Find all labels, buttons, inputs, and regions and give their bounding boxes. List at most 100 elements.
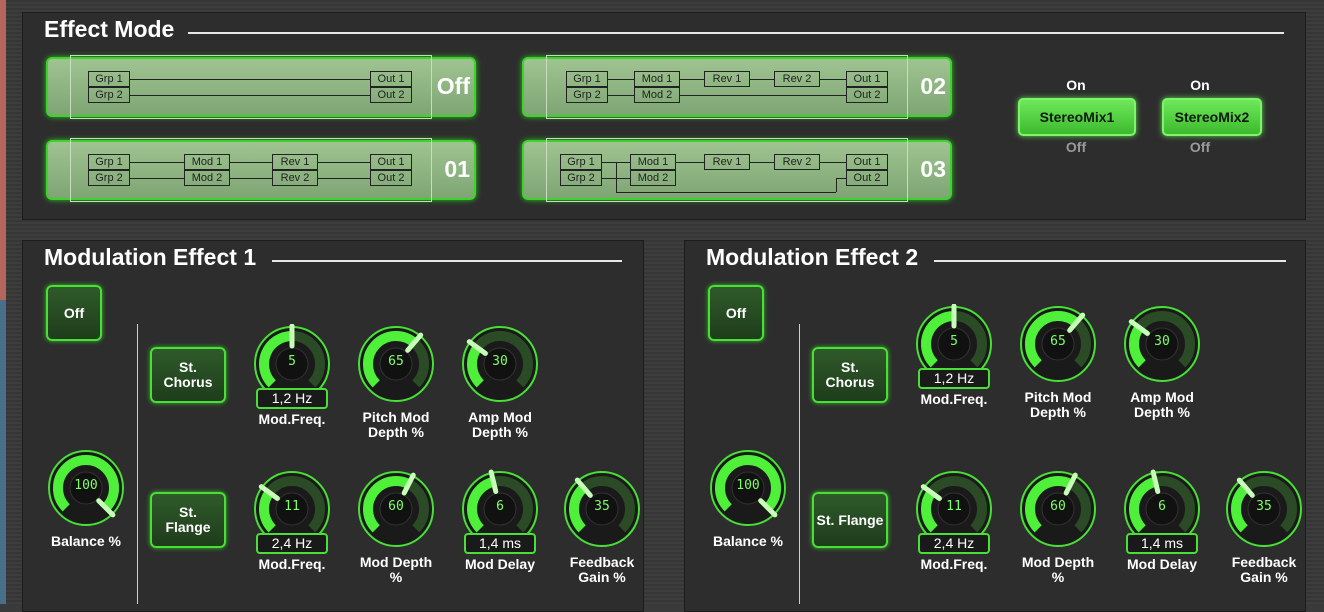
mod2-flange-1-knob[interactable]: 60 xyxy=(1018,469,1098,549)
mod1-balance-label: Balance % xyxy=(50,533,122,549)
mod2-flange-0-readout[interactable]: 2,4 Hz xyxy=(918,533,990,554)
mod2-flange-0-label: Mod.Freq. xyxy=(920,556,988,572)
route-box-mod1: Mod 1 xyxy=(630,154,676,170)
mod2-flange-3-knob[interactable]: 35 xyxy=(1224,469,1304,549)
route-line xyxy=(318,162,370,163)
route-line xyxy=(608,79,634,80)
mod2-balance-label: Balance % xyxy=(712,533,784,549)
route-box-grp2: Grp 2 xyxy=(560,170,602,186)
mod1-flange-2-value: 6 xyxy=(496,499,504,514)
mod1-balance-knob[interactable]: 100 xyxy=(46,448,126,528)
effect-mode-title: Effect Mode xyxy=(44,16,175,42)
route-line xyxy=(130,178,184,179)
route-box-out2: Out 2 xyxy=(846,87,888,103)
route-line xyxy=(750,162,774,163)
mod1-chorus-0-value: 5 xyxy=(288,354,296,369)
mod1-flange-1-value: 60 xyxy=(388,499,404,514)
route-line xyxy=(836,178,837,192)
mod1-flange-0-label: Mod.Freq. xyxy=(258,556,326,572)
route-box-mod2: Mod 2 xyxy=(634,87,680,103)
mod1-flange-0-readout[interactable]: 2,4 Hz xyxy=(256,533,328,554)
route-label: 02 xyxy=(920,73,946,99)
route-02-button[interactable]: Grp 1 Grp 2 Mod 1 Mod 2 Rev 1 Rev 2 Out … xyxy=(522,55,952,119)
mod1-chorus-2-value: 30 xyxy=(492,354,508,369)
stereomix2-button[interactable]: StereoMix2 xyxy=(1162,98,1262,136)
mod2-flange-1-value: 60 xyxy=(1050,499,1066,514)
stereomix1-off-label: Off xyxy=(1065,139,1087,155)
mod2-balance-knob[interactable]: 100 xyxy=(708,448,788,528)
mod2-chorus-2-label: Amp Mod Depth % xyxy=(1130,389,1194,420)
mod2-chorus-1-label: Pitch Mod Depth % xyxy=(1024,389,1092,420)
route-box-grp1: Grp 1 xyxy=(566,71,608,87)
route-box-out2: Out 2 xyxy=(846,170,888,186)
route-line xyxy=(616,192,836,193)
mod2-chorus-1-knob[interactable]: 65 xyxy=(1018,304,1098,384)
route-line xyxy=(616,162,617,192)
mod2-balance-value: 100 xyxy=(736,478,760,493)
mod2-chorus-2-knob[interactable]: 30 xyxy=(1122,304,1202,384)
mod1-balance-value: 100 xyxy=(74,478,98,493)
route-box-mod1: Mod 1 xyxy=(634,71,680,87)
route-box-rev1: Rev 1 xyxy=(272,154,318,170)
route-box-rev1: Rev 1 xyxy=(704,71,750,87)
mod2-chorus-1-value: 65 xyxy=(1050,334,1066,349)
route-line xyxy=(130,162,184,163)
mod2-flange-2-value: 6 xyxy=(1158,499,1166,514)
mod1-chorus-button[interactable]: St. Chorus xyxy=(150,347,226,403)
stereomix2-on-label: On xyxy=(1190,77,1210,93)
mod1-chorus-0-readout[interactable]: 1,2 Hz xyxy=(256,388,328,409)
mod1-off-button[interactable]: Off xyxy=(46,285,102,341)
route-03-button[interactable]: Grp 1 Grp 2 Mod 1 Mod 2 Rev 1 Rev 2 Out … xyxy=(522,138,952,202)
stereomix2-off-label: Off xyxy=(1189,139,1211,155)
mod2-flange-1-label: Mod Depth % xyxy=(1021,554,1095,585)
divider xyxy=(137,324,138,604)
route-line xyxy=(230,178,272,179)
route-line xyxy=(130,79,370,80)
route-line xyxy=(680,95,846,96)
route-line xyxy=(680,79,704,80)
mod2-flange-button[interactable]: St. Flange xyxy=(812,492,888,548)
mod1-chorus-2-label: Amp Mod Depth % xyxy=(468,409,532,440)
route-box-rev2: Rev 2 xyxy=(272,170,318,186)
mod1-flange-3-knob[interactable]: 35 xyxy=(562,469,642,549)
route-box-rev1: Rev 1 xyxy=(704,154,750,170)
route-box-out1: Out 1 xyxy=(370,154,412,170)
mod2-chorus-2-value: 30 xyxy=(1154,334,1170,349)
route-line xyxy=(676,162,704,163)
route-box-mod2: Mod 2 xyxy=(184,170,230,186)
mod2-flange-2-readout[interactable]: 1,4 ms xyxy=(1126,533,1198,554)
mod1-flange-3-label: Feedback Gain % xyxy=(569,554,635,585)
route-box-grp1: Grp 1 xyxy=(560,154,602,170)
mod1-flange-3-value: 35 xyxy=(594,499,610,514)
mod2-flange-3-value: 35 xyxy=(1256,499,1272,514)
route-line xyxy=(750,79,774,80)
mod2-chorus-0-readout[interactable]: 1,2 Hz xyxy=(918,368,990,389)
mod2-chorus-0-label: Mod.Freq. xyxy=(920,391,988,407)
mod1-flange-0-value: 11 xyxy=(284,499,300,514)
mod1-chorus-2-knob[interactable]: 30 xyxy=(460,324,540,404)
route-box-rev2: Rev 2 xyxy=(774,71,820,87)
mod1-chorus-1-knob[interactable]: 65 xyxy=(356,324,436,404)
mod1-chorus-1-label: Pitch Mod Depth % xyxy=(362,409,430,440)
route-box-mod2: Mod 2 xyxy=(630,170,676,186)
route-box-grp2: Grp 2 xyxy=(88,170,130,186)
mod1-flange-1-knob[interactable]: 60 xyxy=(356,469,436,549)
route-01-button[interactable]: Grp 1 Grp 2 Mod 1 Mod 2 Rev 1 Rev 2 Out … xyxy=(46,138,476,202)
route-line xyxy=(820,79,846,80)
route-label: 01 xyxy=(444,156,470,182)
stereomix1-button[interactable]: StereoMix1 xyxy=(1018,98,1136,136)
mod1-flange-2-readout[interactable]: 1,4 ms xyxy=(464,533,536,554)
route-box-mod1: Mod 1 xyxy=(184,154,230,170)
route-label: 03 xyxy=(920,156,946,182)
mod2-title: Modulation Effect 2 xyxy=(706,244,919,270)
mod1-flange-button[interactable]: St. Flange xyxy=(150,492,226,548)
route-line xyxy=(130,95,370,96)
route-box-out1: Out 1 xyxy=(370,71,412,87)
mod1-title: Modulation Effect 1 xyxy=(44,244,257,270)
mod2-off-button[interactable]: Off xyxy=(708,285,764,341)
mod2-chorus-button[interactable]: St. Chorus xyxy=(812,347,888,403)
route-off-button[interactable]: Grp 1 Grp 2 Out 1 Out 2 Off xyxy=(46,55,476,119)
title-rule xyxy=(934,260,1286,262)
route-box-grp2: Grp 2 xyxy=(88,87,130,103)
route-line xyxy=(820,162,846,163)
